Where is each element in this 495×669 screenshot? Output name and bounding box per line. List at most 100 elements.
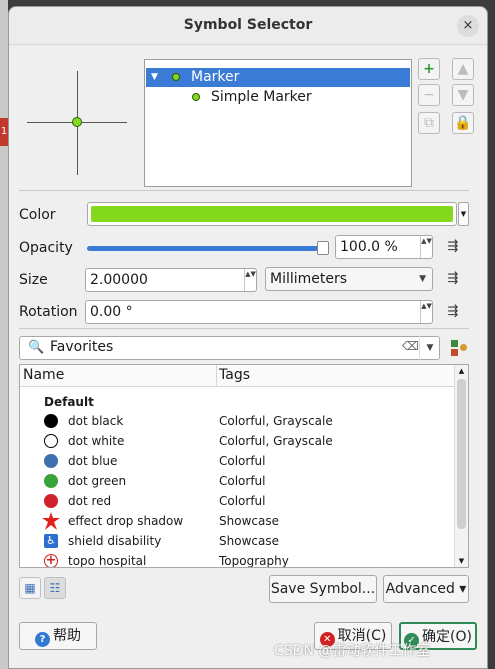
arrow-up-icon: ▲ [457, 61, 469, 77]
arrow-down-icon: ▼ [457, 87, 469, 103]
search-icon: 🔍 [28, 340, 45, 355]
table-row[interactable]: dot green Colorful [20, 471, 455, 491]
symbol-tags: Colorful [219, 494, 266, 508]
size-field[interactable]: 2.00000 ▲▼ [85, 268, 257, 292]
black-dot-icon [44, 414, 58, 428]
save-symbol-button[interactable]: Save Symbol... [269, 575, 377, 603]
color-swatch [91, 206, 453, 222]
symbol-search-input[interactable]: 🔍 Favorites ⌫ [19, 336, 440, 360]
size-spinner[interactable]: ▲▼ [244, 269, 256, 291]
symbol-tags: Colorful [219, 474, 266, 488]
opacity-data-defined-button[interactable]: ⇶ [441, 236, 465, 258]
rotation-data-defined-button[interactable]: ⇶ [441, 301, 465, 323]
data-defined-icon: ⇶ [447, 304, 459, 319]
size-unit-value: Millimeters [270, 271, 348, 287]
list-view-button[interactable]: ☷ [44, 577, 66, 599]
symbol-name: dot red [68, 494, 112, 508]
tree-item-marker[interactable]: ▼ Marker [146, 68, 410, 87]
remove-icon: − [423, 87, 435, 103]
duplicate-icon: ⧉ [424, 115, 434, 131]
symbol-layer-tree[interactable]: ▼ Marker Simple Marker [144, 59, 412, 187]
column-header-tags[interactable]: Tags [219, 367, 250, 383]
chevron-down-icon: ▼ [419, 274, 426, 284]
symbol-tags: Topography [219, 554, 289, 568]
rotation-value: 0.00 ° [90, 304, 133, 320]
size-data-defined-button[interactable]: ⇶ [441, 268, 465, 290]
symbol-tags: Showcase [219, 514, 279, 528]
chevron-down-icon: ▼ [426, 343, 434, 353]
group-header-default: Default [44, 395, 94, 409]
scrollbar-thumb[interactable] [457, 379, 466, 529]
list-icon: ☷ [49, 581, 61, 595]
clear-search-icon[interactable]: ⌫ [402, 339, 419, 353]
move-up-button[interactable]: ▲ [452, 58, 474, 80]
table-row[interactable]: + topo hospital Topography [20, 551, 455, 568]
disability-icon: ♿ [44, 534, 58, 548]
table-row[interactable]: dot blue Colorful [20, 451, 455, 471]
grid-icon: ▦ [24, 581, 36, 595]
background-strip [0, 0, 8, 669]
search-dropdown-button[interactable]: ▼ [419, 336, 440, 360]
column-header-name[interactable]: Name [23, 367, 64, 383]
tree-item-simple-marker[interactable]: Simple Marker [146, 88, 410, 107]
help-label: 帮助 [53, 628, 81, 644]
opacity-field[interactable]: 100.0 % ▲▼ [335, 235, 433, 259]
style-manager-icon[interactable] [451, 340, 467, 356]
symbol-tags: Showcase [219, 534, 279, 548]
table-row[interactable]: ♿ shield disability Showcase [20, 531, 455, 551]
table-row[interactable]: dot black Colorful, Grayscale [20, 411, 455, 431]
table-row[interactable]: dot red Colorful [20, 491, 455, 511]
size-unit-select[interactable]: Millimeters ▼ [265, 267, 433, 291]
tree-item-label: Simple Marker [211, 89, 312, 105]
opacity-value: 100.0 % [340, 239, 398, 255]
lock-layer-button[interactable]: 🔒 [452, 112, 474, 134]
tree-item-label: Marker [191, 69, 240, 85]
red-dot-icon [44, 494, 58, 508]
symbol-selector-dialog: Symbol Selector × ▼ Marker Simple Marker… [8, 6, 488, 669]
add-layer-button[interactable]: + [418, 58, 440, 80]
table-row[interactable]: dot white Colorful, Grayscale [20, 431, 455, 451]
move-down-button[interactable]: ▼ [452, 84, 474, 106]
icon-view-button[interactable]: ▦ [19, 577, 41, 599]
remove-layer-button[interactable]: − [418, 84, 440, 106]
symbol-list[interactable]: Name Tags Default dot black Colorful, Gr… [19, 364, 469, 568]
size-value: 2.00000 [90, 272, 148, 288]
separator [19, 190, 469, 191]
title-bar: Symbol Selector × [9, 7, 487, 45]
lock-icon: 🔒 [454, 115, 472, 131]
symbol-name: topo hospital [68, 554, 147, 568]
close-button[interactable]: × [457, 15, 479, 37]
color-dropdown-button[interactable]: ▼ [458, 202, 469, 226]
symbol-list-scrollbar[interactable]: ▲ ▼ [454, 365, 468, 567]
simple-marker-layer-icon [192, 93, 200, 101]
symbol-name: shield disability [68, 534, 162, 548]
expand-arrow-icon[interactable]: ▼ [151, 68, 158, 87]
column-divider [216, 365, 217, 387]
duplicate-layer-button[interactable]: ⧉ [418, 112, 440, 134]
symbol-tags: Colorful, Grayscale [219, 434, 333, 448]
background-label: 1 [0, 118, 8, 146]
chevron-down-icon: ▾ [459, 581, 467, 597]
drop-shadow-star-icon [42, 512, 60, 530]
table-row[interactable]: effect drop shadow Showcase [20, 511, 455, 531]
color-button[interactable] [87, 202, 457, 226]
help-icon: ? [35, 632, 50, 647]
rotation-label: Rotation [19, 304, 78, 320]
scroll-down-icon[interactable]: ▼ [455, 557, 468, 565]
symbol-preview [27, 67, 131, 177]
dialog-title: Symbol Selector [183, 17, 313, 33]
rotation-field[interactable]: 0.00 ° ▲▼ [85, 300, 433, 324]
help-button[interactable]: ? 帮助 [19, 622, 97, 650]
close-icon: × [462, 18, 474, 33]
advanced-menu-button[interactable]: Advanced ▾ [383, 575, 469, 603]
data-defined-icon: ⇶ [447, 239, 459, 254]
rotation-spinner[interactable]: ▲▼ [420, 301, 432, 323]
advanced-label: Advanced [385, 581, 455, 597]
watermark: CSDN @雷动软件工作室 [274, 643, 431, 659]
scroll-up-icon[interactable]: ▲ [455, 367, 468, 375]
opacity-spinner[interactable]: ▲▼ [420, 236, 432, 258]
opacity-slider-track[interactable] [87, 246, 323, 251]
separator [19, 328, 469, 329]
opacity-slider-handle[interactable] [317, 241, 329, 255]
hospital-cross-icon: + [44, 553, 58, 568]
